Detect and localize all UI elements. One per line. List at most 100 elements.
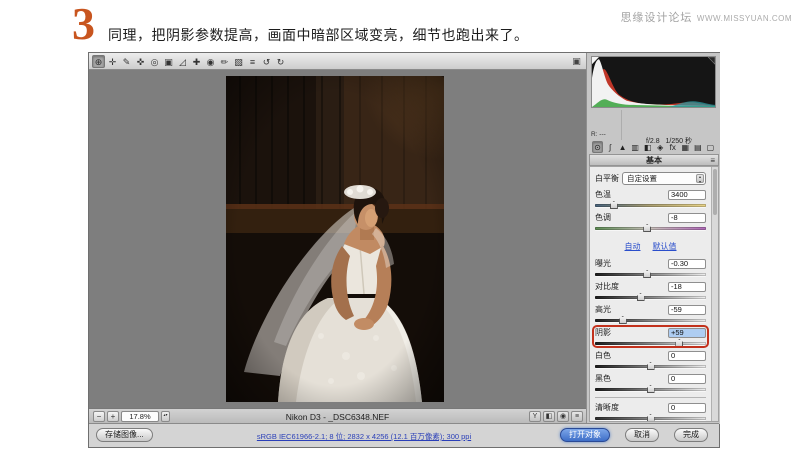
tone-curve-panel-icon[interactable]: ∫ (605, 141, 616, 153)
cancel-button[interactable]: 取消 (625, 428, 659, 442)
white-balance-select[interactable]: 自定设置 ▴▾ (622, 172, 706, 185)
footer-buttons: 打开对象 取消 完成 (560, 428, 708, 442)
lens-corrections-panel-icon[interactable]: ◈ (655, 141, 666, 153)
zoom-in-button[interactable]: + (107, 411, 119, 422)
rotate-right-tool-icon[interactable]: ↻ (274, 55, 287, 68)
split-view-icon[interactable]: ◧ (543, 411, 555, 422)
slider-shadows-track[interactable] (595, 338, 706, 348)
zoom-tool-icon[interactable]: ⊕ (92, 55, 105, 68)
panel-scrollbar-thumb[interactable] (713, 169, 717, 215)
slider-shadows-thumb[interactable] (675, 339, 683, 347)
white-balance-stepper-icon[interactable]: ▴▾ (696, 174, 704, 183)
slider-tint-value-input[interactable]: -8 (668, 213, 706, 223)
basic-panel-icon[interactable]: ⊙ (592, 141, 603, 153)
slider-clarity-track[interactable] (595, 413, 706, 422)
toolbar-tools: ⊕✛✎✜◎▣◿✚◉✏▧≡↺↻ (92, 55, 287, 68)
slider-contrast-value-input[interactable]: -18 (668, 282, 706, 292)
zoom-out-button[interactable]: − (93, 411, 105, 422)
view-menu-icon[interactable]: ≡ (571, 411, 583, 422)
slider-clarity-label: 清晰度 (595, 402, 619, 413)
slider-highlights-value-input[interactable]: -59 (668, 305, 706, 315)
default-link[interactable]: 默认值 (653, 242, 677, 251)
slider-blacks-track[interactable] (595, 384, 706, 394)
tutorial-page: 3 同理，把阴影参数提高，画面中暗部区域变亮，细节也跑出来了。 思缘设计论坛 W… (0, 0, 800, 462)
presets-panel-icon[interactable]: ▤ (692, 141, 703, 153)
white-balance-row: 白平衡 自定设置 ▴▾ (595, 172, 706, 185)
slider-whites-value-input[interactable]: 0 (668, 351, 706, 361)
adjustment-brush-tool-icon[interactable]: ✏ (218, 55, 231, 68)
red-eye-tool-icon[interactable]: ◉ (204, 55, 217, 68)
save-image-button[interactable]: 存储图像... (96, 428, 153, 442)
slider-tint-thumb[interactable] (643, 224, 651, 232)
graduated-filter-tool-icon[interactable]: ▧ (232, 55, 245, 68)
slider-temperature-track[interactable] (595, 200, 706, 210)
slider-shadows: 阴影+59 (595, 327, 706, 348)
slider-blacks-thumb[interactable] (647, 385, 655, 393)
tone-sliders-group: 曝光-0.30对比度-18高光-59阴影+59白色0黑色0 (595, 258, 706, 394)
panel-tab-icons: ⊙∫▲▥◧◈fx▦▤▢ (589, 141, 719, 154)
crop-tool-icon[interactable]: ▣ (162, 55, 175, 68)
white-balance-tool-icon[interactable]: ✎ (120, 55, 133, 68)
auto-link[interactable]: 自动 (625, 242, 641, 251)
histogram (591, 56, 716, 108)
acr-toolbar: ⊕✛✎✜◎▣◿✚◉✏▧≡↺↻ ▣ (89, 53, 586, 70)
image-preview-area[interactable] (89, 70, 586, 408)
panel-scrollbar[interactable] (711, 167, 718, 421)
slider-clarity-value-input[interactable]: 0 (668, 403, 706, 413)
workflow-options-link[interactable]: sRGB IEC61966-2.1; 8 位; 2832 x 4256 (12.… (219, 431, 509, 442)
slider-contrast-track[interactable] (595, 292, 706, 302)
slider-contrast-rail (595, 296, 706, 299)
zoom-controls: − + 17.8% ▴▾ (93, 411, 170, 422)
color-sampler-tool-icon[interactable]: ✜ (134, 55, 147, 68)
slider-exposure-thumb[interactable] (643, 270, 651, 278)
slider-tint-track[interactable] (595, 223, 706, 233)
straighten-tool-icon[interactable]: ◿ (176, 55, 189, 68)
slider-blacks-value-input[interactable]: 0 (668, 374, 706, 384)
panel-menu-icon[interactable]: ≡ (710, 155, 715, 166)
camera-calibration-panel-icon[interactable]: ▦ (680, 141, 691, 153)
slider-blacks: 黑色0 (595, 373, 706, 394)
snapshots-panel-icon[interactable]: ▢ (705, 141, 716, 153)
split-toning-panel-icon[interactable]: ◧ (642, 141, 653, 153)
slider-clarity-thumb[interactable] (647, 414, 655, 422)
slider-whites-thumb[interactable] (647, 362, 655, 370)
open-object-button[interactable]: 打开对象 (560, 428, 610, 442)
watermark-name: 思缘设计论坛 (620, 12, 692, 24)
effects-panel-icon[interactable]: fx (667, 141, 678, 153)
slider-exposure-value-input[interactable]: -0.30 (668, 259, 706, 269)
rgb-r: R: --- (591, 130, 621, 139)
slider-temperature: 色温3400 (595, 189, 706, 210)
slider-highlights: 高光-59 (595, 304, 706, 325)
spot-removal-tool-icon[interactable]: ✚ (190, 55, 203, 68)
slider-exposure: 曝光-0.30 (595, 258, 706, 279)
rotate-left-tool-icon[interactable]: ↺ (260, 55, 273, 68)
slider-contrast-thumb[interactable] (637, 293, 645, 301)
slider-temperature-thumb[interactable] (610, 201, 618, 209)
zoom-level-select[interactable]: 17.8% (121, 411, 159, 422)
hand-tool-icon[interactable]: ✛ (106, 55, 119, 68)
panel-divider (595, 397, 706, 398)
slider-temperature-value-input[interactable]: 3400 (668, 190, 706, 200)
bride-photo-graphic (226, 76, 444, 402)
done-button[interactable]: 完成 (674, 428, 708, 442)
preferences-tool-icon[interactable]: ≡ (246, 55, 259, 68)
panel-toggle-icon[interactable]: ▣ (570, 55, 583, 68)
slider-highlights-thumb[interactable] (619, 316, 627, 324)
zoom-level-stepper[interactable]: ▴▾ (161, 411, 170, 422)
slider-highlights-track[interactable] (595, 315, 706, 325)
slider-whites-track[interactable] (595, 361, 706, 371)
status-bar: − + 17.8% ▴▾ Nikon D3 - _DSC6348.NEF Y◧◉… (89, 408, 586, 424)
slider-exposure-track[interactable] (595, 269, 706, 279)
adjustments-panel: R: --- G: --- B: --- f/2.8 1/250 秒 ISO 6… (586, 53, 720, 424)
slider-shadows-value-input[interactable]: +59 (668, 328, 706, 338)
histogram-graphic (592, 57, 715, 107)
presence-sliders-group: 清晰度0自然饱和度0饱和度0 (595, 402, 706, 422)
dialog-footer: 存储图像... sRGB IEC61966-2.1; 8 位; 2832 x 4… (89, 423, 719, 447)
hsl-grayscale-panel-icon[interactable]: ▥ (630, 141, 641, 153)
targeted-adjustment-tool-icon[interactable]: ◎ (148, 55, 161, 68)
detail-panel-icon[interactable]: ▲ (617, 141, 628, 153)
slider-shadows-rail (595, 342, 706, 345)
before-after-view-icon[interactable]: Y (529, 411, 541, 422)
preview-toggle-icon[interactable]: ◉ (557, 411, 569, 422)
watermark: 思缘设计论坛 WWW.MISSYUAN.COM (620, 8, 792, 26)
